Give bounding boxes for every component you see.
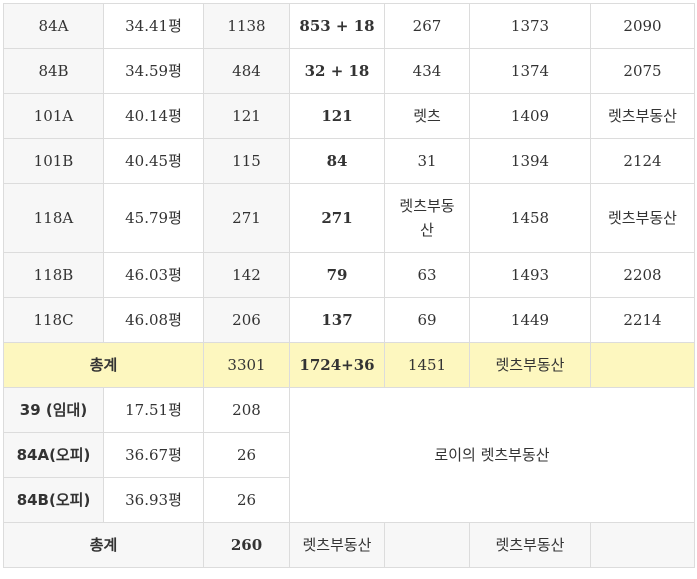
supply-cell: 271 [289,183,385,253]
area-cell: 46.03평 [103,252,204,298]
area-cell: 40.14평 [103,93,204,139]
supply-cell: 137 [289,297,385,343]
total-supply: 1724+36 [289,342,385,388]
total-empty [590,342,695,388]
type-cell: 118B [3,252,104,298]
table-row: 118C 46.08평 206 137 69 1449 2214 [3,297,695,343]
value-cell: 69 [384,297,470,343]
type-cell: 118C [3,297,104,343]
lets-realty-link[interactable]: 렛츠부동산 [384,183,470,253]
table-row: 39 (임대) 17.51평 208 로이의 렛츠부동산 [3,387,695,523]
total-empty [590,522,695,568]
type-cell: 84B(오피) [3,477,104,523]
value-cell: 1409 [469,93,591,139]
supply-cell: 79 [289,252,385,298]
table-row: 101B 40.45평 115 84 31 1394 2124 [3,138,695,184]
value-cell: 267 [384,3,470,49]
table-row: 84A 34.41평 1138 853 + 18 267 1373 2090 [3,3,695,49]
value-cell: 31 [384,138,470,184]
type-cell: 84A [3,3,104,49]
area-cell: 34.41평 [103,3,204,49]
supply-cell: 32 + 18 [289,48,385,94]
households-cell: 121 [203,93,290,139]
lets-realty-link[interactable]: 렛츠부동산 [469,342,591,388]
lets-realty-link[interactable]: 렛츠부동산 [590,183,695,253]
value-cell: 1493 [469,252,591,298]
households-cell: 484 [203,48,290,94]
type-cell: 84A(오피) [3,432,104,478]
value-cell: 렛츠 [384,93,470,139]
area-cell: 36.93평 [103,477,204,523]
total-row: 총계 3301 1724+36 1451 렛츠부동산 [3,342,695,388]
households-cell: 142 [203,252,290,298]
type-cell: 101A [3,93,104,139]
households-cell: 1138 [203,3,290,49]
lets-realty-link[interactable]: 렛츠부동산 [469,522,591,568]
total-households: 260 [203,522,290,568]
value-cell: 434 [384,48,470,94]
table-row: 84B 34.59평 484 32 + 18 434 1374 2075 [3,48,695,94]
value-cell: 2124 [590,138,695,184]
value-cell: 1374 [469,48,591,94]
value-cell: 2208 [590,252,695,298]
type-cell: 84B [3,48,104,94]
households-cell: 206 [203,297,290,343]
table-row: 118B 46.03평 142 79 63 1493 2208 [3,252,695,298]
households-cell: 26 [203,432,290,478]
value-cell: 1373 [469,3,591,49]
area-cell: 34.59평 [103,48,204,94]
supply-cell: 84 [289,138,385,184]
value-cell: 2075 [590,48,695,94]
value-cell: 1394 [469,138,591,184]
link-line: 렛츠부동 [399,197,455,215]
area-cell: 40.45평 [103,138,204,184]
link-line: 산 [420,221,434,239]
merged-note: 로이의 렛츠부동산 [289,387,695,523]
value-cell: 2214 [590,297,695,343]
total-label: 총계 [3,342,204,388]
households-cell: 208 [203,387,290,433]
lets-realty-link[interactable]: 렛츠부동산 [289,522,385,568]
table-row: 118A 45.79평 271 271 렛츠부동 산 1458 렛츠부동산 [3,183,695,253]
table-row: 101A 40.14평 121 121 렛츠 1409 렛츠부동산 [3,93,695,139]
supply-cell: 121 [289,93,385,139]
value-cell: 1449 [469,297,591,343]
total-households: 3301 [203,342,290,388]
value-cell: 2090 [590,3,695,49]
area-cell: 46.08평 [103,297,204,343]
area-cell: 45.79평 [103,183,204,253]
type-cell: 39 (임대) [3,387,104,433]
total-label: 총계 [3,522,204,568]
area-cell: 36.67평 [103,432,204,478]
total-empty [384,522,470,568]
apartment-type-table: 84A 34.41평 1138 853 + 18 267 1373 2090 8… [3,3,695,568]
households-cell: 115 [203,138,290,184]
value-cell: 63 [384,252,470,298]
total-row: 총계 260 렛츠부동산 렛츠부동산 [3,522,695,568]
households-cell: 26 [203,477,290,523]
lets-realty-link[interactable]: 렛츠부동산 [590,93,695,139]
value-cell: 1458 [469,183,591,253]
total-value: 1451 [384,342,470,388]
type-cell: 101B [3,138,104,184]
supply-cell: 853 + 18 [289,3,385,49]
type-cell: 118A [3,183,104,253]
households-cell: 271 [203,183,290,253]
area-cell: 17.51평 [103,387,204,433]
